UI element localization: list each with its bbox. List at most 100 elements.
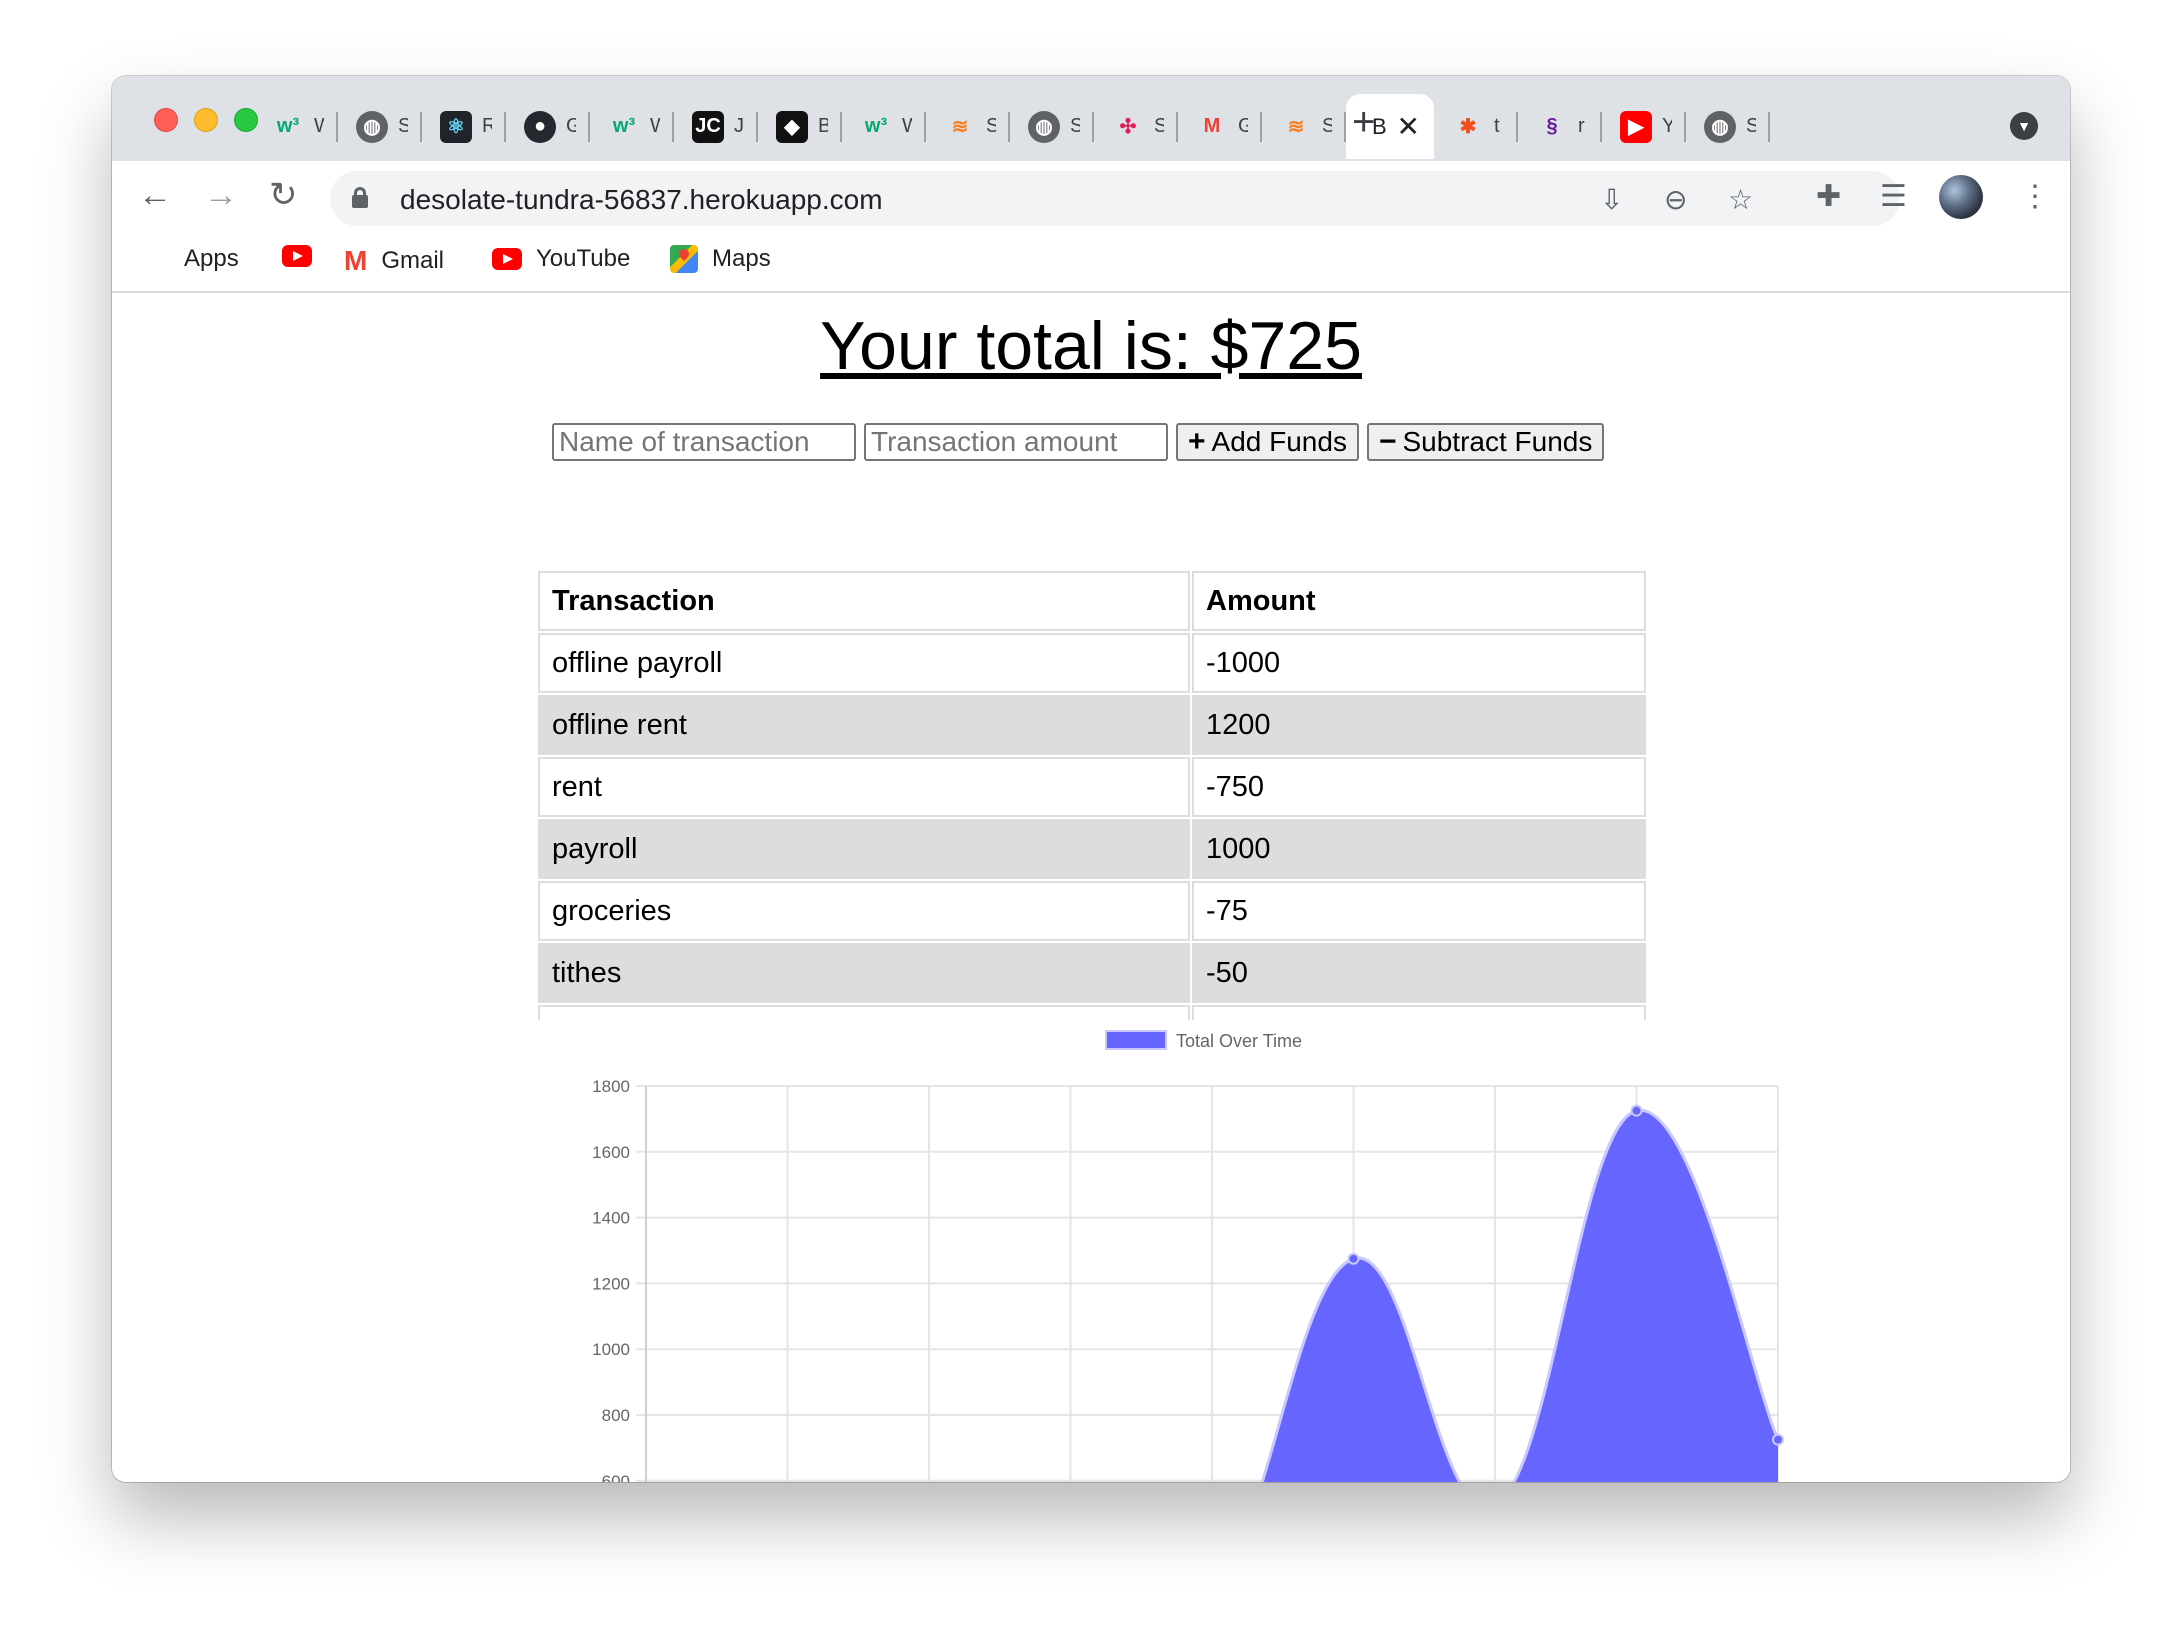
tab-title: Bootcamp [818,115,828,137]
tab-11[interactable]: M Gmail [1178,94,1262,159]
close-tab-icon[interactable]: ✕ [1397,110,1420,143]
reading-list-icon[interactable]: ☰ [1880,179,1907,214]
chart-y-tick-label: 1200 [592,1274,630,1293]
transaction-amount-cell: -50 [1192,943,1646,1003]
stackoverflow-icon: ≋ [951,116,969,138]
reload-icon[interactable]: ↻ [269,175,298,215]
tab-title: r [1578,115,1585,137]
tab-12[interactable]: ≋ Stack Overflow [1262,94,1346,159]
url-text[interactable]: desolate-tundra-56837.herokuapp.com [400,184,883,216]
tab-16[interactable]: ▶ YouTube [1602,94,1686,159]
transaction-name-cell: offline rent [538,695,1190,755]
tab-2[interactable]: ⚛ React [422,94,506,159]
tab-8[interactable]: ≋ Stack Overflow [926,94,1010,159]
transaction-name-input[interactable] [552,423,856,461]
transaction-name-cell: rent [538,757,1190,817]
subtract-funds-button[interactable]: − Subtract Funds [1366,423,1605,461]
more-menu-icon[interactable]: ⋮ [2020,179,2050,214]
tab-title: Site [1746,115,1756,137]
transaction-name-cell: payroll [538,819,1190,879]
bookmark-apps[interactable]: Apps [142,245,239,273]
forward-icon[interactable]: → [204,175,238,215]
transaction-name-cell [538,1005,1190,1020]
chart-y-tick-label: 1600 [592,1143,630,1162]
tab-1[interactable]: ◍ Site [338,94,422,159]
youtube-icon: ▶ [1620,110,1652,143]
table-row: offline rent 1200 [538,695,1646,755]
tab-6[interactable]: ◆ Bootcamp [758,94,842,159]
tab-17[interactable]: ◍ Site [1686,94,1770,159]
page-content: Your total is: $725 + Add Funds − Subtra… [112,295,2070,1482]
table-row: groceries -75 [538,881,1646,941]
lock-icon[interactable] [352,187,368,208]
maps-icon [670,245,698,273]
asterisk-icon: ✱ [1459,116,1477,138]
tab-title: W3Schools [314,115,324,137]
transactions-table-container[interactable]: Transaction Amount offline payroll -1000… [536,569,1648,1020]
transactions-table: Transaction Amount offline payroll -1000… [536,569,1648,1020]
chart-data-point [1347,1252,1360,1265]
profile-avatar[interactable] [1939,175,1983,219]
minimize-window-button[interactable] [194,108,218,132]
bootcamp-icon: ◆ [776,110,808,143]
transaction-amount-cell: 1000 [1192,819,1646,879]
tab-4[interactable]: w³ W3Schools [590,94,674,159]
back-icon[interactable]: ← [138,175,172,215]
transaction-amount-input[interactable] [864,423,1168,461]
transaction-name-cell: groceries [538,881,1190,941]
table-row: payroll 1000 [538,819,1646,879]
bookmark-maps[interactable]: Maps [670,245,771,273]
chart-y-tick-label: 600 [602,1472,630,1482]
transaction-amount-cell [1192,1005,1646,1020]
bookmarks-bar: Apps M Gmail YouTube Maps [112,231,2070,293]
chart-data-point [1772,1433,1784,1446]
tab-title: Stack Overflow [1322,115,1332,137]
bookmark-youtube-short[interactable] [282,245,326,267]
column-header-amount: Amount [1192,571,1646,631]
tab-7[interactable]: w³ W3Schools [842,94,926,159]
extensions-icon[interactable]: ✚ [1816,179,1841,214]
w3schools-icon: w³ [612,115,636,137]
tab-title: Gmail [1238,115,1248,137]
browser-window: w³ W3Schools ◍ Site ⚛ React ● GitHub w³ W3Schools… [112,76,2070,1482]
close-window-button[interactable] [154,108,178,132]
bookmark-gmail[interactable]: M Gmail [344,245,444,277]
tab-title: YouTube [1662,115,1672,137]
new-tab-button[interactable]: + [1352,102,1375,142]
tab-3[interactable]: ● GitHub [506,94,590,159]
tab-0[interactable]: w³ W3Schools [254,94,338,159]
tab-title: Site [398,115,408,137]
tab-15[interactable]: § r [1518,94,1602,159]
zoom-icon[interactable]: ⊖ [1664,183,1687,216]
gmail-icon: M [1203,115,1221,137]
table-row: rent -750 [538,757,1646,817]
minus-icon: − [1378,425,1397,458]
table-row: offline payroll -1000 [538,633,1646,693]
bookmark-label: Maps [712,245,771,272]
address-bar[interactable]: desolate-tundra-56837.herokuapp.com ⇩ ⊖ … [330,171,1900,226]
tab-14[interactable]: ✱ t [1434,94,1518,159]
bookmark-label: YouTube [536,245,631,272]
bookmark-star-icon[interactable]: ☆ [1728,183,1753,216]
scribble-icon: § [1546,115,1558,137]
youtube-icon [282,245,312,267]
add-funds-button[interactable]: + Add Funds [1176,423,1359,461]
chart-y-tick-label: 1400 [592,1209,630,1228]
transaction-name-cell: offline payroll [538,633,1190,693]
tab-10[interactable]: ✣ Slack [1094,94,1178,159]
bookmark-youtube[interactable]: YouTube [492,245,630,273]
tab-title: W3Schools [650,115,660,137]
total-over-time-chart: 40060080010001200140016001800Total Over … [592,1030,1784,1482]
tab-title: Site [1070,115,1080,137]
tab-title: React [482,115,492,137]
table-header-row: Transaction Amount [538,571,1646,631]
transaction-amount-cell: 1200 [1192,695,1646,755]
tab-title: Stack Overflow [986,115,996,137]
install-app-icon[interactable]: ⇩ [1600,183,1623,216]
tab-9[interactable]: ◍ Site [1010,94,1094,159]
tab-search-icon[interactable]: ▼ [2010,112,2038,140]
jc-icon: JC [692,110,724,143]
tab-title: W3Schools [902,115,912,137]
tab-5[interactable]: JC JC [674,94,758,159]
transaction-amount-cell: -750 [1192,757,1646,817]
